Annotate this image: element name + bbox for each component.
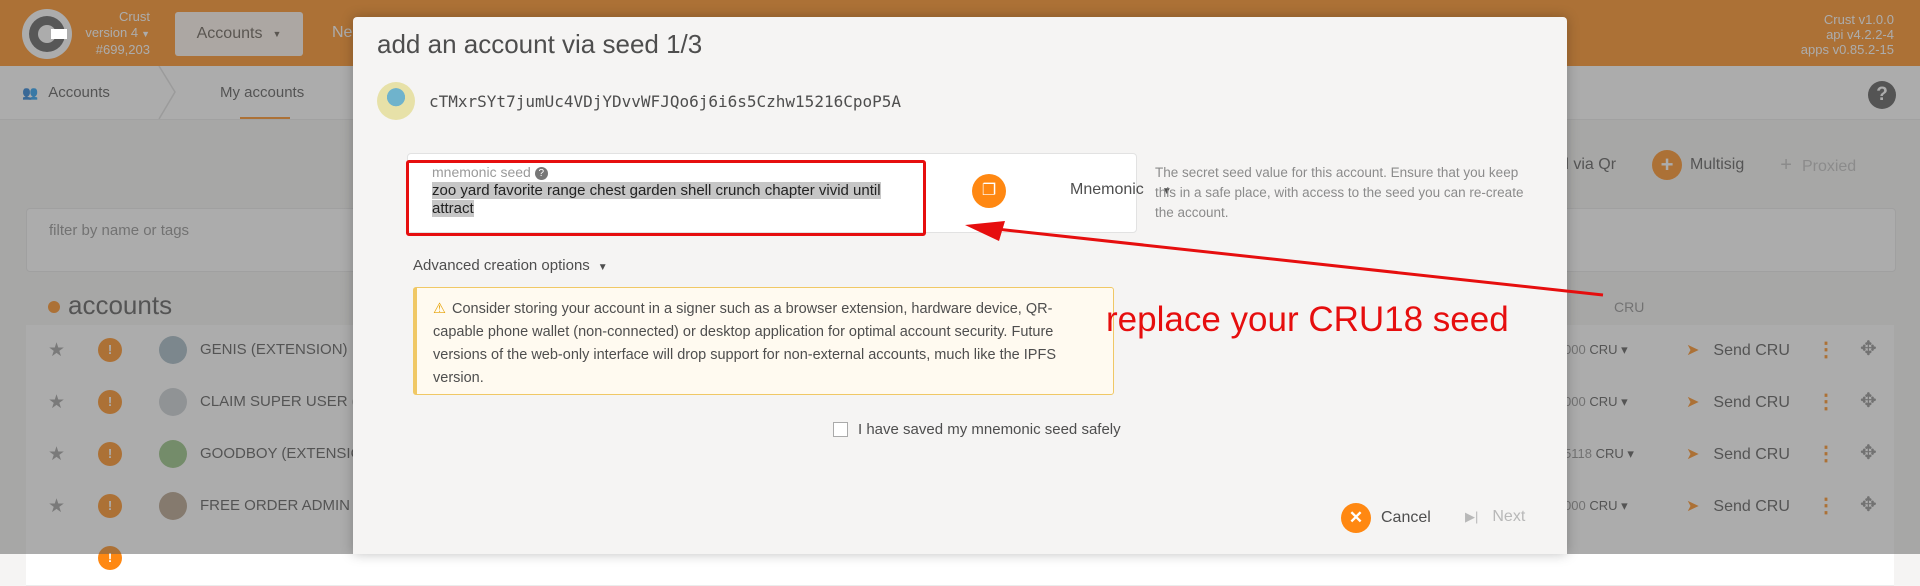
advanced-options-toggle[interactable]: Advanced creation options ▼ (413, 257, 608, 274)
advanced-options-label: Advanced creation options (413, 257, 590, 274)
close-icon: ✕ (1341, 503, 1371, 533)
warning-triangle-icon: ⚠ (433, 301, 446, 317)
saved-seed-checkbox[interactable]: I have saved my mnemonic seed safely (833, 421, 1121, 438)
identicon-avatar[interactable] (377, 82, 415, 120)
checkbox-label: I have saved my mnemonic seed safely (858, 421, 1121, 438)
account-address: cTMxrSYt7jumUc4VDjYDvvWFJQo6j6i6s5Czhw15… (429, 91, 902, 111)
cancel-button[interactable]: ✕ Cancel (1341, 503, 1431, 533)
modal-title: add an account via seed 1/3 (377, 29, 703, 59)
cancel-label: Cancel (1381, 509, 1431, 526)
seed-type-value: Mnemonic (1070, 181, 1144, 198)
add-account-modal: add an account via seed 1/3 cTMxrSYt7jum… (353, 17, 1604, 554)
next-label: Next (1492, 508, 1526, 525)
copy-icon[interactable]: ❐ (972, 174, 1006, 208)
next-button[interactable]: ▶| Next (1465, 508, 1525, 526)
checkbox-box[interactable] (833, 422, 848, 437)
account-identity: cTMxrSYt7jumUc4VDjYDvvWFJQo6j6i6s5Czhw15… (377, 82, 901, 120)
annotation-highlight-box (406, 160, 926, 236)
step-forward-icon: ▶| (1465, 509, 1479, 524)
annotation-text: replace your CRU18 seed (1106, 300, 1509, 339)
seed-help-text: The secret seed value for this account. … (1155, 165, 1524, 220)
chevron-down-icon: ▼ (597, 262, 608, 273)
